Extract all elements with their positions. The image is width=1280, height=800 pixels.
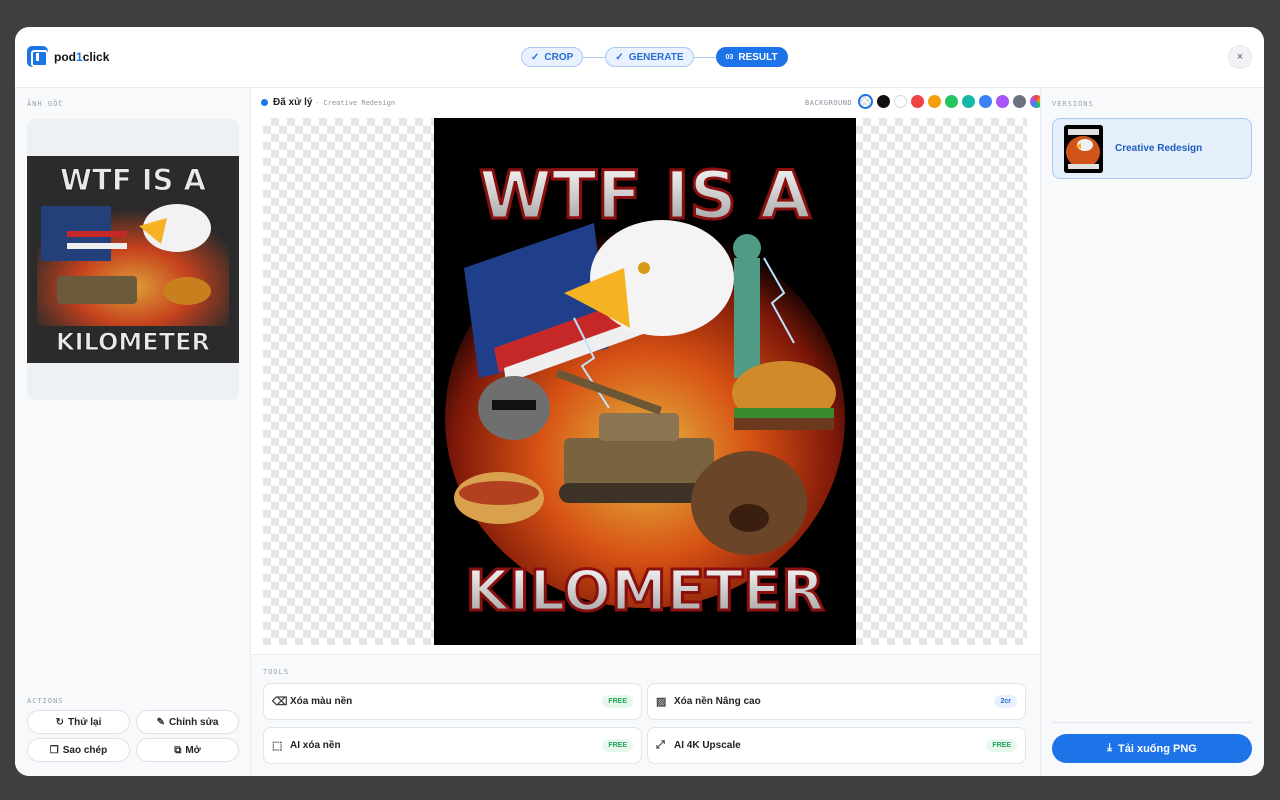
original-image-label: ẢNH GỐC	[27, 100, 64, 108]
original-image-card: WTF IS A KILOMETER	[27, 119, 239, 400]
tools-label: TOOLS	[263, 668, 290, 676]
free-badge: FREE	[602, 739, 633, 752]
logo-icon	[27, 46, 48, 67]
close-icon: ×	[1236, 51, 1244, 63]
copy-button[interactable]: ❐ Sao chép	[27, 738, 130, 762]
ai-remove-bg-button[interactable]: ⬚ AI xóa nền FREE	[263, 727, 642, 764]
version-thumbnail-art	[1064, 125, 1103, 173]
copy-icon: ❐	[49, 744, 59, 756]
canvas-toolbar: Đã xử lý · Creative Redesign BACKGROUND	[251, 88, 1043, 118]
divider	[1052, 722, 1252, 723]
actions-label: ACTIONS	[27, 697, 64, 705]
step-generate[interactable]: ✓ GENERATE	[605, 47, 694, 67]
free-badge: FREE	[602, 695, 633, 708]
tools-panel: TOOLS ⌫ Xóa màu nền FREE ▨ Xóa nền Nâng …	[251, 654, 1040, 776]
download-icon: ⤓	[1107, 742, 1113, 754]
result-image: WTF IS A KILOMETER	[434, 118, 856, 645]
external-link-icon: ⧉	[174, 744, 182, 756]
original-title-bottom: KILOMETER	[56, 328, 210, 356]
right-panel: VERSIONS Creative Redesign ⤓ Tải xuống P…	[1040, 88, 1264, 776]
open-button[interactable]: ⧉ Mở	[136, 738, 239, 762]
canvas-area: Đã xử lý · Creative Redesign BACKGROUND	[251, 88, 1043, 776]
result-artwork: WTF IS A KILOMETER	[434, 118, 856, 645]
step-connector	[693, 56, 716, 58]
version-name: Creative Redesign	[1115, 143, 1203, 154]
pencil-icon: ✎	[156, 716, 165, 728]
background-label: BACKGROUND	[805, 99, 853, 107]
credit-badge: 2cr	[994, 695, 1017, 708]
free-badge: FREE	[986, 739, 1017, 752]
result-title-top: WTF IS A	[479, 157, 811, 234]
modal-header: pod1click ✓ CROP ✓ GENERATE 03 RESULT ×	[15, 27, 1264, 88]
status-subtitle: · Creative Redesign	[315, 99, 396, 107]
versions-label: VERSIONS	[1052, 100, 1094, 108]
background-swatches	[858, 94, 1043, 109]
step-result[interactable]: 03 RESULT	[715, 47, 788, 67]
preview-canvas: WTF IS A KILOMETER	[263, 118, 1027, 645]
original-title-top: WTF IS A	[60, 163, 206, 197]
logo-text: pod1click	[54, 49, 110, 64]
swatch-color-2[interactable]	[894, 95, 907, 108]
swatch-color-7[interactable]	[979, 95, 992, 108]
download-png-button[interactable]: ⤓ Tải xuống PNG	[1052, 734, 1252, 763]
original-image: WTF IS A KILOMETER	[27, 156, 239, 363]
swatch-color-3[interactable]	[911, 95, 924, 108]
swatch-color-5[interactable]	[945, 95, 958, 108]
remove-bg-color-button[interactable]: ⌫ Xóa màu nền FREE	[263, 683, 642, 720]
editor-modal: pod1click ✓ CROP ✓ GENERATE 03 RESULT × …	[15, 27, 1264, 776]
step-number: 03	[725, 53, 734, 61]
version-thumbnail	[1064, 125, 1103, 173]
status-dot	[261, 99, 268, 106]
advanced-remove-bg-button[interactable]: ▨ Xóa nền Nâng cao 2cr	[647, 683, 1026, 720]
swatch-color-9[interactable]	[1013, 95, 1026, 108]
original-artwork: WTF IS A KILOMETER	[27, 156, 239, 363]
step-progress: ✓ CROP ✓ GENERATE 03 RESULT	[521, 47, 788, 67]
refresh-icon: ↻	[55, 716, 65, 728]
edit-button[interactable]: ✎ Chỉnh sửa	[136, 710, 239, 734]
eraser-icon: ⌫	[272, 696, 288, 708]
swatch-color-8[interactable]	[996, 95, 1009, 108]
swatch-color-6[interactable]	[962, 95, 975, 108]
step-connector	[583, 56, 606, 58]
app-logo: pod1click	[27, 46, 109, 67]
close-button[interactable]: ×	[1228, 45, 1252, 69]
status-text: Đã xử lý	[273, 97, 313, 108]
retry-button[interactable]: ↻ Thử lại	[27, 710, 130, 734]
selection-icon: ⬚	[272, 740, 283, 752]
swatch-color-4[interactable]	[928, 95, 941, 108]
check-icon: ✓	[531, 51, 540, 63]
left-panel: ẢNH GỐC WTF IS A KILOMETER ACTIONS ↻ Thử…	[15, 88, 251, 776]
check-icon: ✓	[615, 51, 624, 63]
ai-upscale-button[interactable]: ⤢ AI 4K Upscale FREE	[647, 727, 1026, 764]
swatch-color-1[interactable]	[877, 95, 890, 108]
upscale-icon: ⤢	[656, 739, 665, 751]
step-crop[interactable]: ✓ CROP	[521, 47, 584, 67]
hatch-icon: ▨	[656, 696, 667, 708]
result-title-bottom: KILOMETER	[465, 559, 824, 624]
version-item[interactable]: Creative Redesign	[1052, 118, 1252, 179]
swatch-transparent[interactable]	[858, 94, 873, 109]
